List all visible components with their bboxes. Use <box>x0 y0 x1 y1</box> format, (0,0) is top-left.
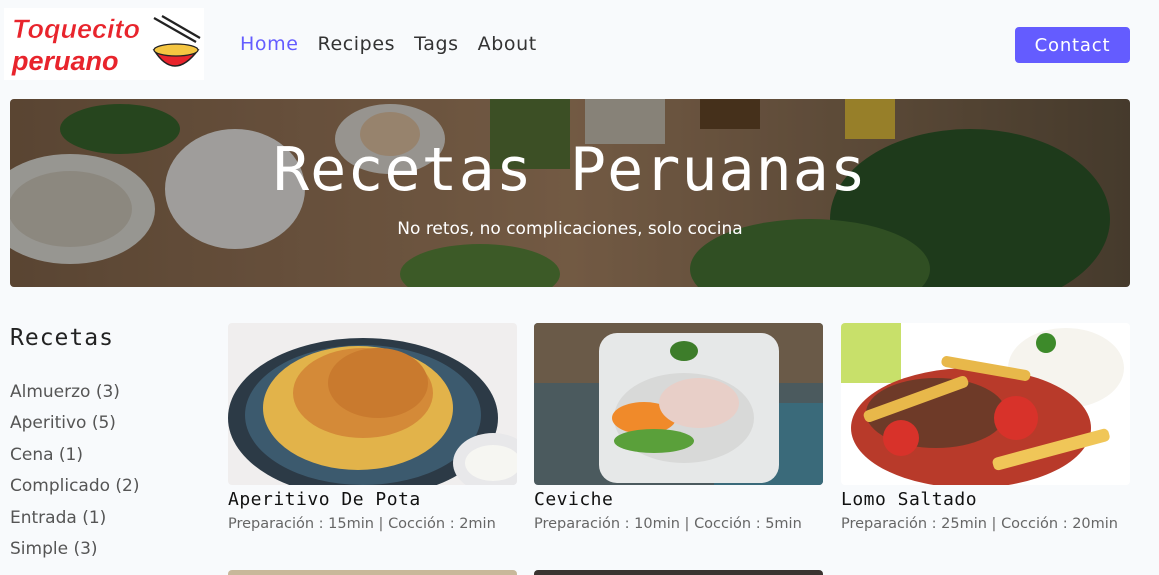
tag-link-cena[interactable]: Cena (1) <box>10 444 210 475</box>
tags-sidebar: Recetas Almuerzo (3) Aperitivo (5) Cena … <box>10 325 210 569</box>
nav-link-home[interactable]: Home <box>240 30 299 58</box>
navbar: Toquecito peruano Home Recipes Tags Abou… <box>0 0 1159 88</box>
logo-text-line1: Toquecito <box>12 14 140 44</box>
prep-time: Preparación : 10min <box>534 516 680 532</box>
recipe-times: Preparación : 15min | Cocción : 2min <box>228 516 496 532</box>
recipe-card[interactable]: Aperitivo De Pota Preparación : 15min | … <box>228 323 517 532</box>
recipe-title: Lomo Saltado <box>841 489 978 510</box>
site-logo[interactable]: Toquecito peruano <box>4 8 204 80</box>
recipe-card-partial[interactable] <box>534 570 823 575</box>
sidebar-title: Recetas <box>10 325 114 351</box>
tag-link-simple[interactable]: Simple (3) <box>10 538 210 569</box>
nav-link-about[interactable]: About <box>478 30 537 58</box>
recipe-image-ceviche <box>534 323 823 485</box>
prep-time: Preparación : 15min <box>228 516 374 532</box>
hero-subtitle: No retos, no complicaciones, solo cocina <box>397 219 743 239</box>
recipe-card-partial[interactable] <box>228 570 517 575</box>
logo-graphic: Toquecito peruano <box>11 14 201 76</box>
prep-time: Preparación : 25min <box>841 516 987 532</box>
contact-button[interactable]: Contact <box>1015 27 1130 63</box>
tag-link-aperitivo[interactable]: Aperitivo (5) <box>10 412 210 443</box>
logo-text-line2: peruano <box>11 46 119 76</box>
nav-link-recipes[interactable]: Recipes <box>318 30 396 58</box>
recipe-card[interactable]: Lomo Saltado Preparación : 25min | Cocci… <box>841 323 1130 532</box>
recipe-card[interactable]: Ceviche Preparación : 10min | Cocción : … <box>534 323 823 532</box>
hero-banner: Recetas Peruanas No retos, no complicaci… <box>10 99 1130 287</box>
nav-links: Home Recipes Tags About <box>240 30 556 58</box>
hero-title: Recetas Peruanas <box>273 135 867 205</box>
cook-time: Cocción : 5min <box>694 516 802 532</box>
cook-time: Cocción : 20min <box>1001 516 1118 532</box>
cook-time: Cocción : 2min <box>388 516 496 532</box>
recipe-image-lomo-saltado <box>841 323 1130 485</box>
recipe-times: Preparación : 25min | Cocción : 20min <box>841 516 1118 532</box>
bowl-with-chopsticks-icon <box>152 15 201 67</box>
tag-link-entrada[interactable]: Entrada (1) <box>10 507 210 538</box>
nav-link-tags[interactable]: Tags <box>414 30 458 58</box>
recipe-image-fried-squid <box>228 323 517 485</box>
recipe-title: Ceviche <box>534 489 614 510</box>
tag-link-complicado[interactable]: Complicado (2) <box>10 475 210 506</box>
tag-link-almuerzo[interactable]: Almuerzo (3) <box>10 381 210 412</box>
recipe-times: Preparación : 10min | Cocción : 5min <box>534 516 802 532</box>
recipe-title: Aperitivo De Pota <box>228 489 421 510</box>
